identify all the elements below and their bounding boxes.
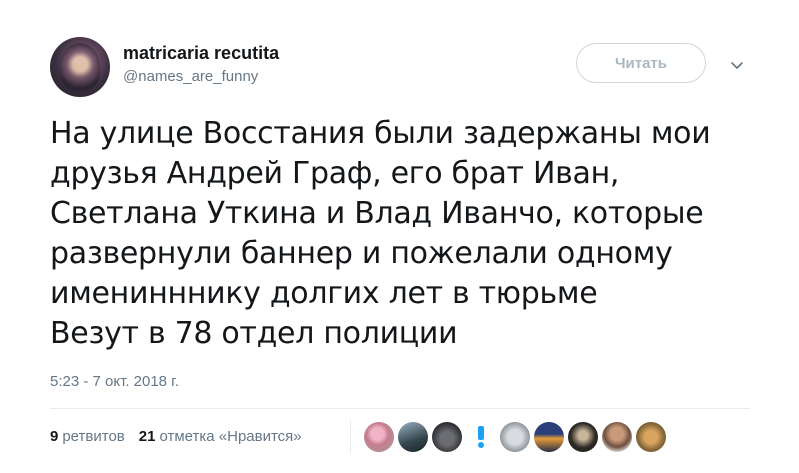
likes-count: 21 [138,428,156,445]
retweets-count: 9 [50,428,59,445]
liker-avatar[interactable] [534,422,564,452]
retweets-stat[interactable]: 9 ретвитов [50,428,125,445]
tweet-timestamp[interactable]: 5:23 - 7 окт. 2018 г. [50,373,179,390]
liker-avatar[interactable] [636,422,666,452]
author-block: matricaria recutita @names_are_funny [123,43,279,85]
liker-avatar[interactable] [568,422,598,452]
liker-avatar[interactable] [432,422,462,452]
retweets-label: ретвитов [62,428,125,445]
tweet-stats: 9 ретвитов 21 отметка «Нравится» [50,428,302,445]
chevron-down-icon[interactable] [730,59,744,73]
tweet-text: На улице Восстания были задержаны мои др… [50,116,711,351]
exclamation-icon [478,426,484,448]
likes-stat[interactable]: 21 отметка «Нравится» [139,428,302,445]
liker-avatar[interactable] [398,422,428,452]
likes-label: отметка «Нравится» [159,428,302,445]
author-handle[interactable]: @names_are_funny [123,68,279,85]
liker-avatar[interactable] [602,422,632,452]
follow-button[interactable]: Читать [576,43,706,83]
liker-avatar[interactable] [364,422,394,452]
divider [50,408,750,409]
author-display-name[interactable]: matricaria recutita [123,43,279,64]
stats-separator [350,420,351,454]
author-avatar[interactable] [50,37,110,97]
liker-avatars [364,422,666,452]
liker-avatar[interactable] [500,422,530,452]
liker-avatar[interactable] [466,422,496,452]
